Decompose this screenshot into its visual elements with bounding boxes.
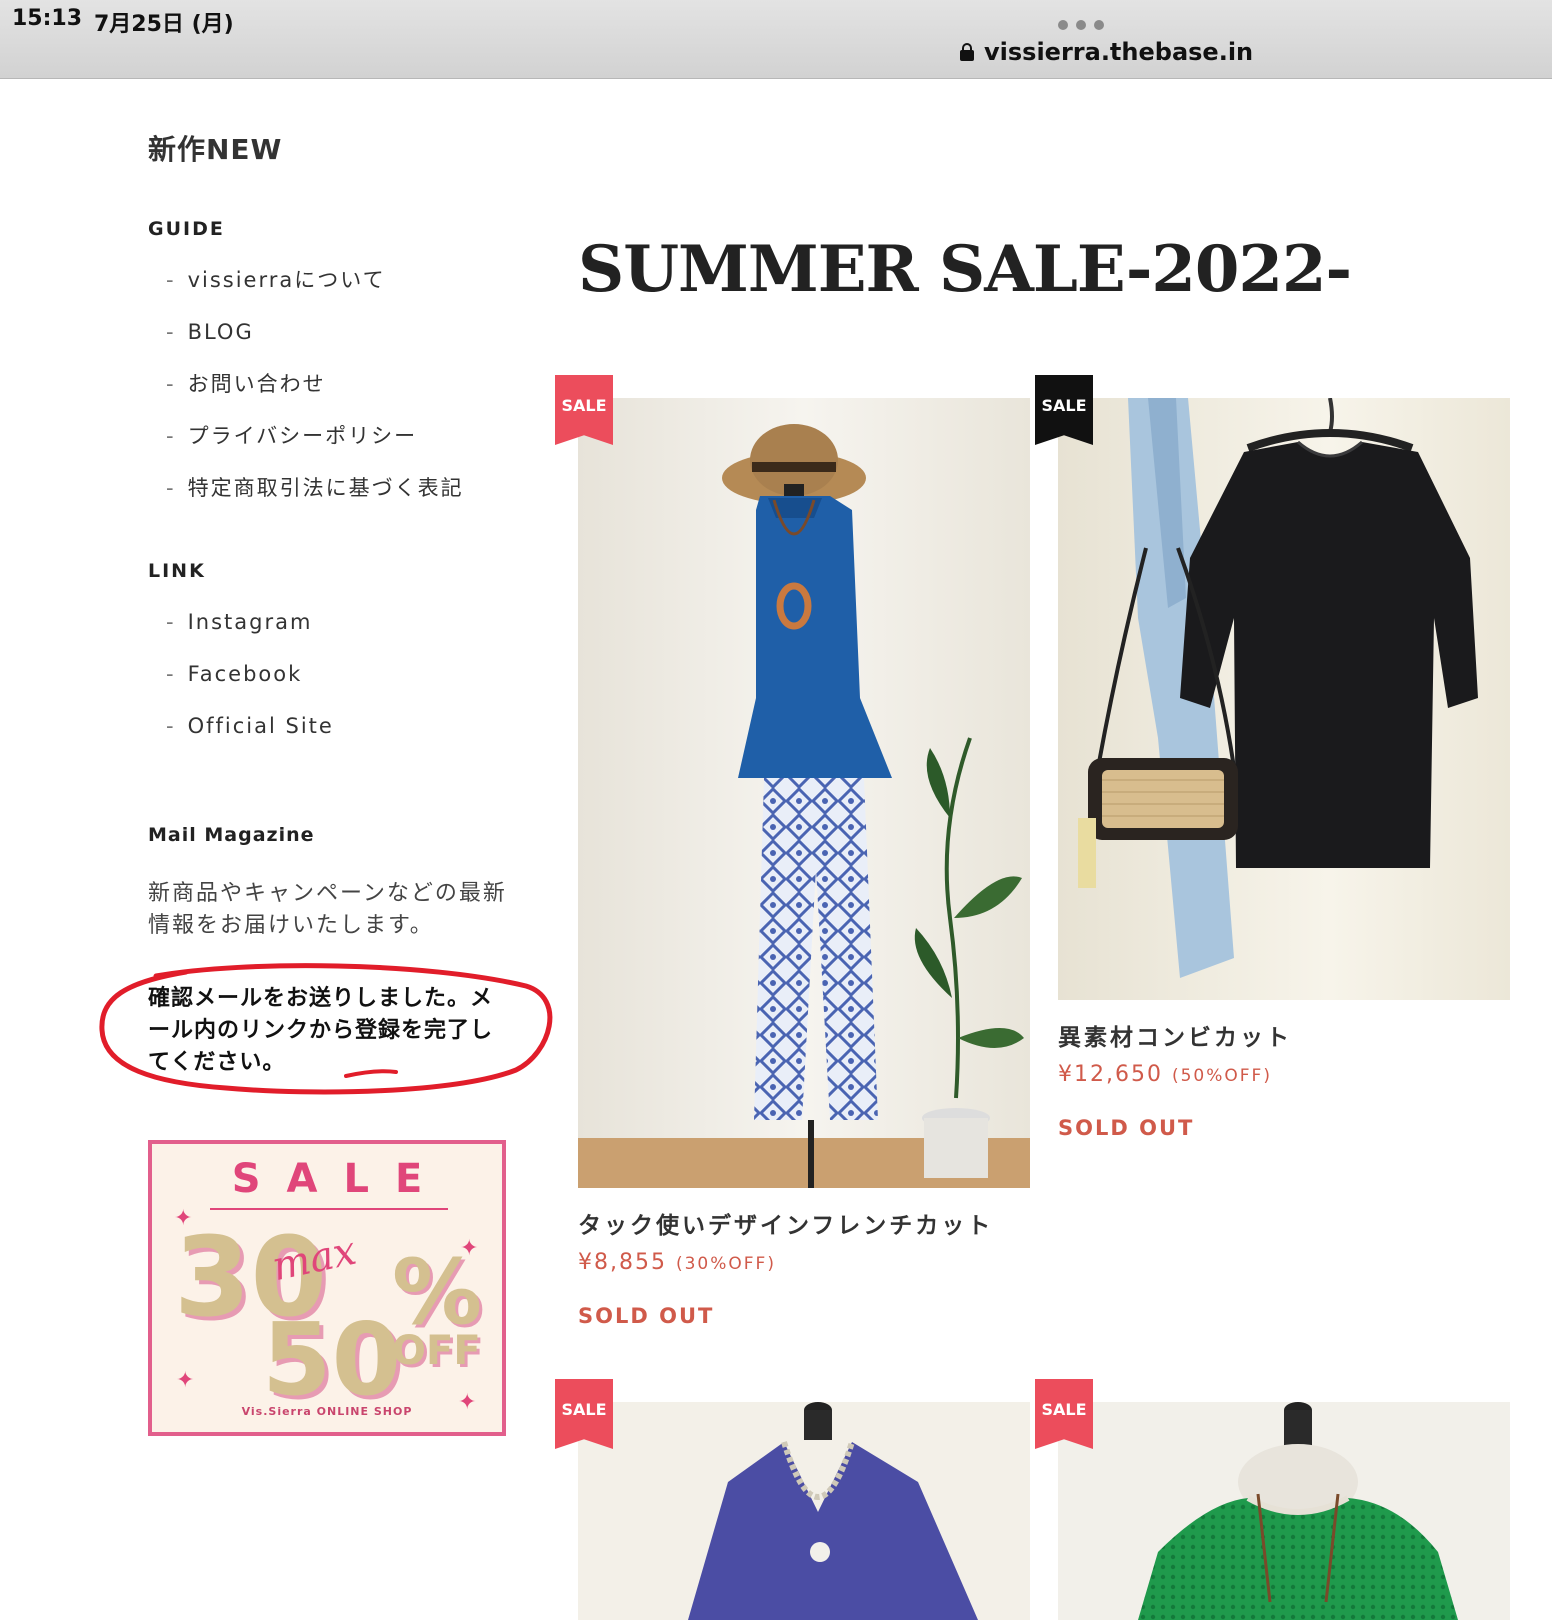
product-image-black-tee xyxy=(1058,398,1510,1000)
product-name[interactable]: タック使いデザインフレンチカット xyxy=(578,1206,993,1240)
product-name[interactable]: 異素材コンビカット xyxy=(1058,1018,1292,1052)
guide-item-legal[interactable]: - 特定商取引法に基づく表記 xyxy=(166,462,464,514)
page-title: SUMMER SALE-2022- xyxy=(578,232,1352,307)
shop-title[interactable]: 新作NEW xyxy=(148,128,282,168)
sale-ribbon: SALE xyxy=(1035,1379,1093,1449)
sale-banner-shop-name: Vis.Sierra ONLINE SHOP xyxy=(241,1405,413,1418)
url-text: vissierra.thebase.in xyxy=(984,38,1254,66)
status-time: 15:13 xyxy=(12,6,83,31)
guide-item-privacy[interactable]: - プライバシーポリシー xyxy=(166,410,464,462)
product-photo[interactable] xyxy=(1058,1402,1510,1620)
guide-menu: - vissierraについて - BLOG - お問い合わせ - プライバシーポリシー… xyxy=(166,254,464,514)
address-bar[interactable]: vissierra.thebase.in xyxy=(960,38,1253,66)
status-date: 7月25日 (月) xyxy=(94,12,234,37)
link-heading: LINK xyxy=(148,560,206,582)
guide-item-blog[interactable]: - BLOG xyxy=(166,306,464,358)
guide-heading: GUIDE xyxy=(148,218,225,240)
sale-ribbon: SALE xyxy=(555,375,613,445)
sale-ribbon: SALE xyxy=(555,1379,613,1449)
browser-status-bar: 15:13 7月25日 (月) vissierra.thebase.in xyxy=(0,0,1552,79)
product-image-blue-top xyxy=(578,398,1030,1188)
link-menu: - Instagram - Facebook - Official Site xyxy=(166,596,334,752)
sale-banner-off: OFF xyxy=(392,1328,481,1374)
product-price: ¥12,650 (50%OFF) xyxy=(1058,1062,1272,1087)
mail-magazine-confirmation: 確認メールをお送りしました。メール内のリンクから登録を完了してください。 xyxy=(148,986,494,1075)
product-card[interactable]: SALE xyxy=(555,1379,1030,1620)
sale-ribbon: SALE xyxy=(1035,375,1093,445)
link-item-official-site[interactable]: - Official Site xyxy=(166,700,334,752)
product-card[interactable]: SALE xyxy=(1035,1379,1510,1620)
sale-banner-rule xyxy=(210,1208,448,1210)
lock-icon xyxy=(960,43,974,61)
product-photo[interactable] xyxy=(1058,398,1510,1000)
product-price: ¥8,855 (30%OFF) xyxy=(578,1250,776,1275)
link-item-facebook[interactable]: - Facebook xyxy=(166,648,334,700)
mail-magazine-description: 新商品やキャンペーンなどの最新情報をお届けいたします。 xyxy=(148,881,507,938)
sale-banner-discount-to: 50 xyxy=(262,1301,402,1418)
guide-item-contact[interactable]: - お問い合わせ xyxy=(166,358,464,410)
product-card[interactable]: SALE 異素材コンビカット ¥12,650 (50%OFF) SOLD OUT xyxy=(1035,375,1510,1158)
sold-out-label: SOLD OUT xyxy=(578,1304,715,1328)
product-image-purple-top xyxy=(578,1402,1030,1620)
product-photo[interactable] xyxy=(578,398,1030,1188)
link-item-instagram[interactable]: - Instagram xyxy=(166,596,334,648)
sale-banner[interactable]: SALE ✦ ✦ ✦ ✦ 30 max % 50 OFF Vis.Sierra … xyxy=(148,1140,506,1436)
sparkle-icon: ✦ xyxy=(176,1368,195,1393)
mail-magazine-heading: Mail Magazine xyxy=(148,824,315,846)
sold-out-label: SOLD OUT xyxy=(1058,1116,1195,1140)
sale-banner-headline: SALE xyxy=(231,1156,449,1202)
product-photo[interactable] xyxy=(578,1402,1030,1620)
guide-item-about[interactable]: - vissierraについて xyxy=(166,254,464,306)
product-card[interactable]: SALE xyxy=(555,375,1030,1343)
product-image-green-knit xyxy=(1058,1402,1510,1620)
more-dots-icon[interactable] xyxy=(1058,20,1104,30)
